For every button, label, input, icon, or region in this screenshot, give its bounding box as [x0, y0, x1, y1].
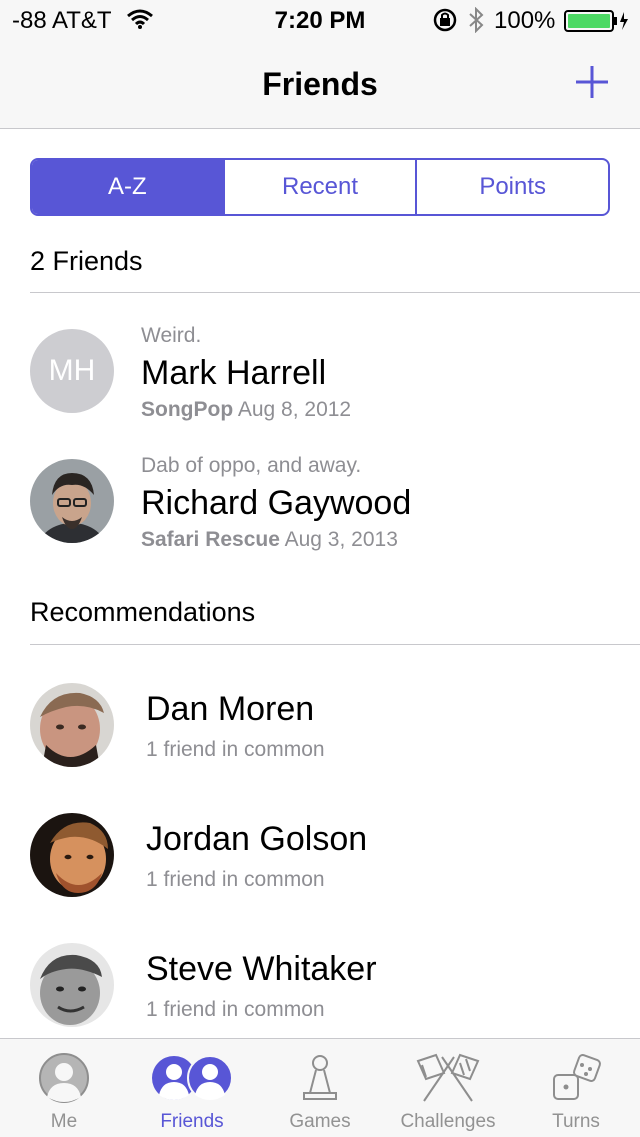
avatar: [30, 459, 114, 543]
friend-note: Dab of oppo, and away.: [141, 454, 362, 477]
avatar: MH: [30, 329, 114, 413]
tab-label: Challenges: [400, 1111, 496, 1132]
tab-games[interactable]: Games: [256, 1039, 384, 1137]
recommendation-row-dan-moren[interactable]: Dan Moren 1 friend in common: [0, 672, 640, 782]
friend-last-game: Safari Rescue Aug 3, 2013: [141, 528, 398, 552]
mutual-friends-count: 1 friend in common: [146, 868, 325, 891]
plus-icon: [576, 66, 608, 98]
battery-icon: [564, 10, 630, 37]
friend-last-game: SongPop Aug 8, 2012: [141, 398, 351, 422]
friends-icon: [152, 1055, 233, 1101]
tab-bar: Me Friends Games Challenges Turns: [0, 1038, 640, 1137]
tab-label: Friends: [160, 1111, 224, 1132]
section-divider: [30, 644, 640, 645]
tab-label: Me: [50, 1111, 78, 1132]
game-date: Aug 8, 2012: [237, 398, 352, 421]
game-name: SongPop: [141, 398, 234, 421]
segment-recent[interactable]: Recent: [222, 160, 416, 214]
battery-percent: 100%: [494, 7, 556, 34]
add-friend-button[interactable]: [574, 64, 610, 100]
segment-points[interactable]: Points: [415, 160, 608, 214]
section-divider: [30, 292, 640, 293]
tab-challenges[interactable]: Challenges: [384, 1039, 512, 1137]
page-title: Friends: [262, 66, 378, 102]
bluetooth-icon: [468, 6, 484, 38]
rotation-lock-icon: [432, 8, 458, 37]
game-date: Aug 3, 2013: [284, 528, 398, 551]
status-bar: -88 AT&T 7:20 PM 100%: [0, 0, 640, 40]
mutual-friends-count: 1 friend in common: [146, 738, 325, 761]
person-icon: [39, 1053, 89, 1103]
avatar: [30, 813, 114, 897]
recommendation-row-jordan-golson[interactable]: Jordan Golson 1 friend in common: [0, 802, 640, 912]
avatar: [30, 683, 114, 767]
tab-label: Games: [289, 1111, 351, 1132]
recommendations-header: Recommendations: [30, 597, 256, 627]
friend-row-mark-harrell[interactable]: MH Weird. Mark Harrell SongPop Aug 8, 20…: [0, 320, 640, 430]
mutual-friends-count: 1 friend in common: [146, 998, 325, 1021]
tab-me[interactable]: Me: [0, 1039, 128, 1137]
recommendation-name: Jordan Golson: [146, 820, 368, 858]
friends-count-header: 2 Friends: [30, 246, 143, 276]
pawn-icon: [303, 1055, 337, 1100]
sort-segmented-control: A-Z Recent Points: [30, 158, 610, 216]
tab-friends[interactable]: Friends: [128, 1039, 256, 1137]
tab-label: Turns: [552, 1111, 600, 1132]
segment-a-z[interactable]: A-Z: [32, 160, 223, 214]
navigation-bar: Friends: [0, 40, 640, 129]
dice-icon: [553, 1054, 601, 1100]
recommendation-row-steve-whitaker[interactable]: Steve Whitaker 1 friend in common: [0, 932, 640, 1038]
friend-row-richard-gaywood[interactable]: Dab of oppo, and away. Richard Gaywood S…: [0, 452, 640, 562]
game-name: Safari Rescue: [141, 528, 280, 551]
tab-turns[interactable]: Turns: [512, 1039, 640, 1137]
recommendation-name: Dan Moren: [146, 690, 315, 728]
crossed-flags-icon: [416, 1053, 480, 1102]
friend-name: Richard Gaywood: [141, 484, 412, 522]
friend-name: Mark Harrell: [141, 354, 327, 392]
avatar: [30, 943, 114, 1027]
friend-note: Weird.: [141, 324, 202, 347]
recommendation-name: Steve Whitaker: [146, 950, 377, 988]
